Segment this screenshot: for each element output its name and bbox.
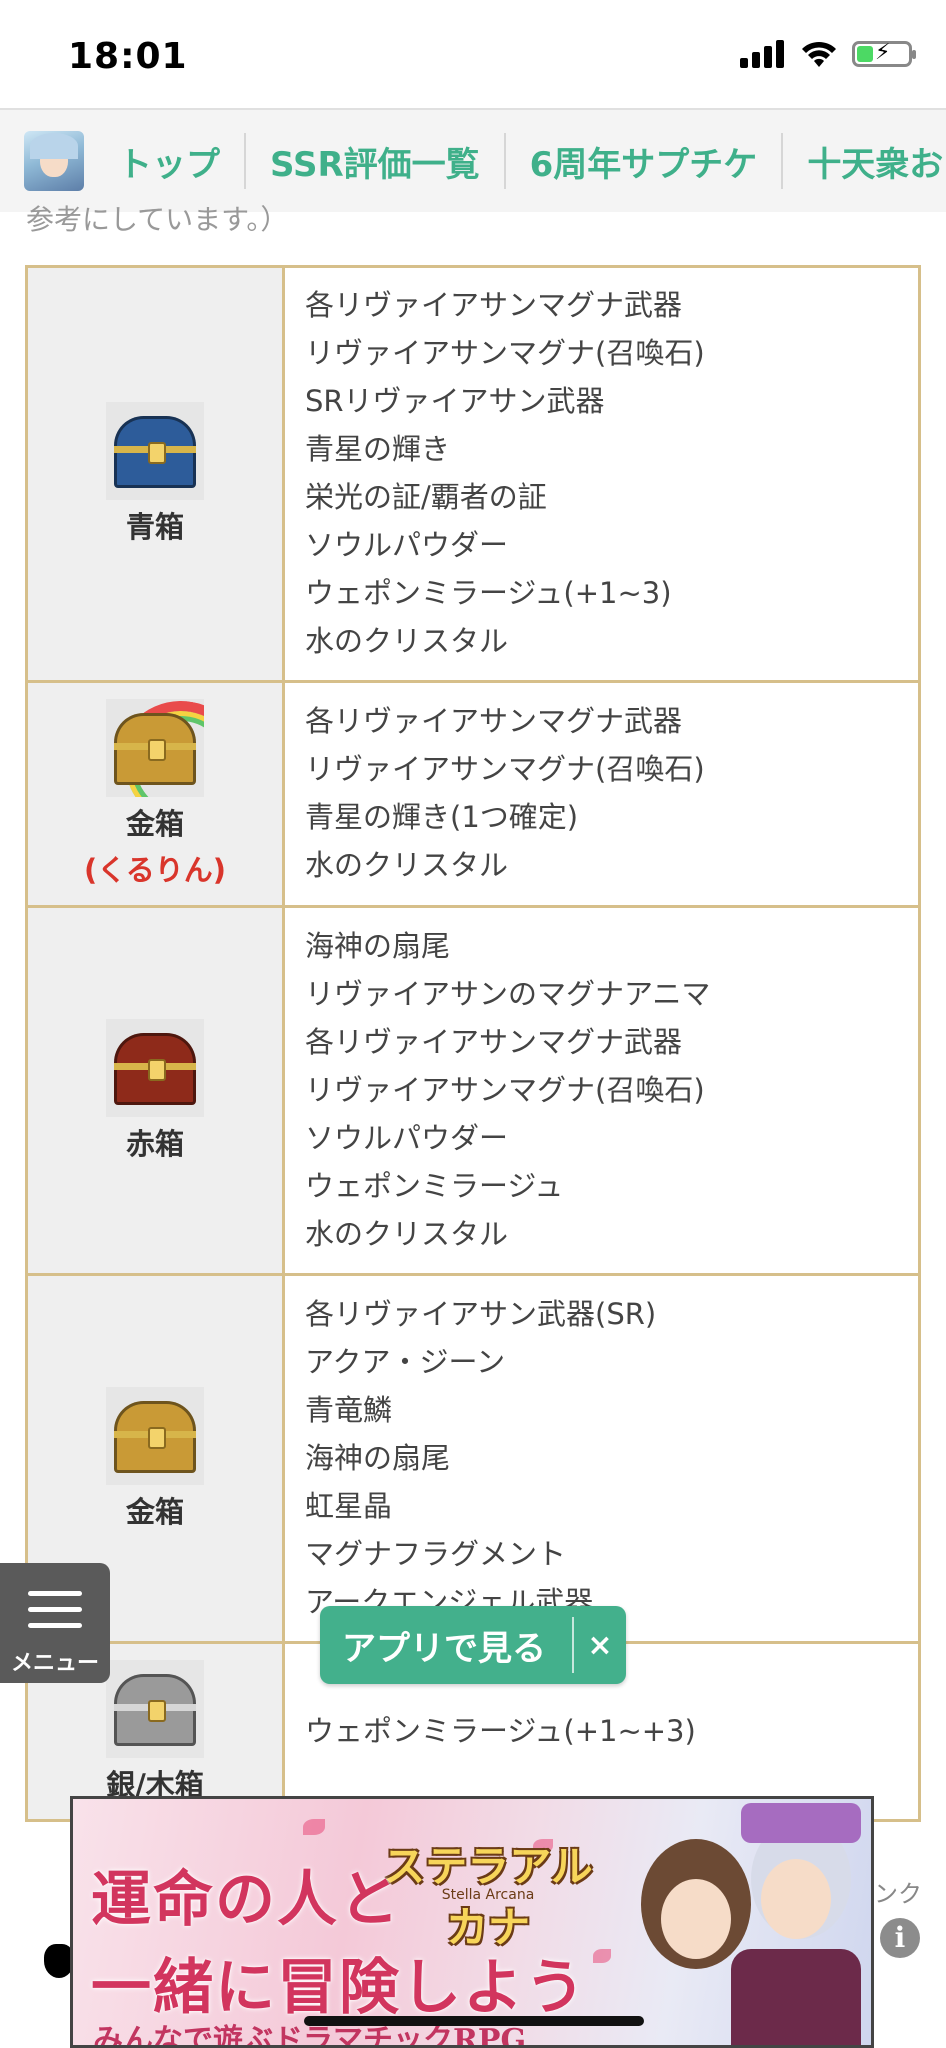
table-row: 金箱 (くるりん) 各リヴァイアサンマグナ武器 リヴァイアサンマグナ(召喚石) … [25,680,921,908]
list-item: マグナフラグメント [305,1536,567,1571]
blue-chest-icon [106,402,204,500]
list-item: 各リヴァイアサンマグナ武器 [305,288,683,322]
items-cell: 海神の扇尾 リヴァイアサンのマグナアニマ 各リヴァイアサンマグナ武器 リヴァイア… [282,905,921,1276]
list-item: 水のクリスタル [305,1216,509,1251]
nav-item-ssr-ratings[interactable]: SSR評価一覧 [246,137,504,186]
box-cell: 青箱 [25,265,285,683]
list-item: 各リヴァイアサンマグナ武器 [305,1024,683,1059]
list-item: ウェポンミラージュ(+1~3) [305,576,672,610]
status-bar: 18:01 ⚡ [0,0,946,108]
list-item: 海神の扇尾 [305,928,451,963]
list-item: ソウルパウダー [305,528,509,562]
loot-table: 青箱 各リヴァイアサンマグナ武器 リヴァイアサンマグナ(召喚石) SRリヴァイア… [25,265,921,1822]
list-item: 水のクリスタル [305,848,509,882]
site-avatar-icon[interactable] [24,131,84,191]
hamburger-icon [28,1591,82,1639]
nav-item-top[interactable]: トップ [94,137,244,186]
table-row: 金箱 各リヴァイアサン武器(SR) アクア・ジーン 青竜鱗 海神の扇尾 虹星晶 … [25,1273,921,1644]
list-item: 青星の輝き(1つ確定) [305,800,579,834]
list-item: 虹星晶 [305,1488,393,1523]
box-label: 青箱 [125,510,184,544]
ad-headline-1: 運命の人と [91,1865,401,1935]
box-sublabel: (くるりん) [84,853,226,887]
list-item: リヴァイアサンマグナ(召喚石) [305,752,705,786]
items-cell: 各リヴァイアサンマグナ武器 リヴァイアサンマグナ(召喚石) 青星の輝き(1つ確定… [282,680,921,908]
list-item: 水のクリスタル [305,624,509,658]
box-label: 金箱 [125,1494,184,1529]
menu-button[interactable]: メニュー [0,1563,110,1683]
list-item: リヴァイアサンマグナ(召喚石) [305,336,705,370]
rainbow-gold-chest-icon [106,699,204,797]
petal-decoration [303,1819,325,1835]
list-item: 各リヴァイアサンマグナ武器 [305,704,683,738]
open-in-app-button[interactable]: アプリで見る [320,1621,572,1670]
ad-character-art [611,1799,861,2045]
list-item: SRリヴァイアサン武器 [305,384,605,418]
menu-label: メニュー [10,1651,99,1676]
list-item: ソウルパウダー [305,1120,509,1155]
article-content: 参考にしています。） 青箱 各リヴァイアサンマグナ武器 リヴァイアサンマグナ(召… [0,203,946,2048]
box-label: 金箱 [125,807,184,841]
status-time: 18:01 [68,36,188,77]
ad-banner[interactable]: ステラアルカナ Stella Arcana 運命の人と 一緒に冒険しよう みんな… [70,1796,874,2048]
box-cell: 金箱 (くるりん) [25,680,285,908]
nav-item-6th-anniversary-ticket[interactable]: 6周年サプチケ [506,137,782,186]
red-chest-icon [106,1018,204,1117]
signal-icon [740,40,784,68]
list-item: 海神の扇尾 [305,1440,451,1475]
open-in-app-banner: アプリで見る × [320,1606,626,1684]
home-indicator [304,2016,644,2026]
items-cell: 各リヴァイアサンマグナ武器 リヴァイアサンマグナ(召喚石) SRリヴァイアサン武… [282,265,921,683]
list-item: リヴァイアサンのマグナアニマ [305,976,711,1011]
list-item: ウェポンミラージュ [305,1168,564,1203]
ad-headline-2: 一緒に冒険しよう [91,1953,587,2023]
battery-icon: ⚡ [852,40,916,67]
nav-item-eternals[interactable]: 十天衆お [783,137,946,186]
list-item: ウェポンミラージュ(+1~+3) [305,1713,696,1748]
box-label: 赤箱 [125,1126,184,1161]
table-row: 青箱 各リヴァイアサンマグナ武器 リヴァイアサンマグナ(召喚石) SRリヴァイア… [25,265,921,683]
list-item: 各リヴァイアサン武器(SR) [305,1296,657,1331]
box-cell: 赤箱 [25,905,285,1276]
ad-info-icon[interactable]: i [880,1918,920,1958]
list-item: 青星の輝き [305,432,451,466]
list-item: 青竜鱗 [305,1392,393,1427]
divider [572,1617,574,1673]
wifi-icon [802,41,836,67]
list-item: リヴァイアサンマグナ(召喚石) [305,1072,705,1107]
footer-link[interactable]: ンク [874,1874,922,1909]
list-item: 栄光の証/覇者の証 [305,480,547,514]
table-row: 赤箱 海神の扇尾 リヴァイアサンのマグナアニマ 各リヴァイアサンマグナ武器 リヴ… [25,905,921,1276]
silver-chest-icon [106,1659,204,1758]
truncated-text: 参考にしています。） [26,203,289,236]
items-cell: 各リヴァイアサン武器(SR) アクア・ジーン 青竜鱗 海神の扇尾 虹星晶 マグナ… [282,1273,921,1644]
close-icon[interactable]: × [574,1628,626,1663]
gold-chest-icon [106,1386,204,1485]
list-item: アクア・ジーン [305,1344,506,1379]
status-icons: ⚡ [740,40,916,68]
